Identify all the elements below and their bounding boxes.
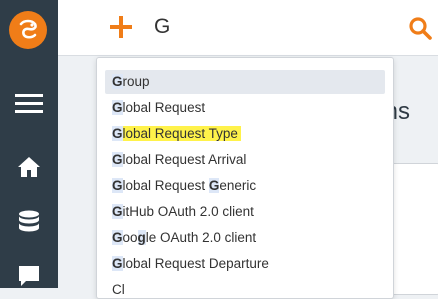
suggestion-text: roup [122, 74, 150, 89]
search-suggestions-dropdown: Group Global Request Global Request Type… [96, 57, 394, 299]
suggestion-text: lobal Request Departure [122, 256, 269, 271]
suggestion-text: lobal Request [122, 100, 206, 115]
suggestion-github-oauth[interactable]: GitHub OAuth 2.0 client [105, 200, 385, 224]
suggestion-global-request-departure[interactable]: Global Request Departure [105, 252, 385, 276]
search-button[interactable] [406, 14, 434, 42]
suggestion-match: G [112, 256, 123, 271]
add-button[interactable] [107, 13, 135, 41]
suggestion-global-request-generic[interactable]: Global Request Generic [105, 174, 385, 198]
suggestion-global-request[interactable]: Global Request [105, 96, 385, 120]
suggestion-match: G [112, 152, 123, 167]
home-icon[interactable] [15, 153, 43, 181]
top-bar [58, 0, 438, 56]
suggestion-text: lobal Request Type [122, 126, 238, 141]
database-icon[interactable] [15, 208, 43, 236]
suggestion-text: lobal Request [122, 178, 209, 193]
suggestion-group[interactable]: Group [105, 70, 385, 94]
suggestion-text-2: eneric [219, 178, 257, 193]
suggestion-text: oo [122, 230, 138, 245]
logo-icon[interactable] [9, 11, 47, 49]
suggestion-text: Cl [112, 282, 125, 297]
search-icon [409, 17, 432, 40]
suggestion-match: G [112, 230, 123, 245]
search-input[interactable] [154, 12, 394, 42]
plus-icon [110, 16, 132, 38]
suggestion-match: G [112, 100, 123, 115]
suggestion-match: G [112, 126, 123, 141]
chat-icon[interactable] [15, 262, 43, 290]
suggestion-global-request-arrival[interactable]: Global Request Arrival [105, 148, 385, 172]
suggestion-google-oauth[interactable]: Google OAuth 2.0 client [105, 226, 385, 250]
suggestion-match: G [112, 74, 123, 89]
suggestion-partial[interactable]: Cl [105, 278, 385, 298]
suggestion-text: lobal Request Arrival [122, 152, 247, 167]
suggestion-highlight: Global Request Type [112, 126, 241, 141]
suggestion-global-request-type[interactable]: Global Request Type [105, 122, 385, 146]
suggestion-match-2: G [208, 178, 220, 193]
suggestion-match-2: g [137, 230, 146, 245]
suggestion-match: G [112, 178, 123, 193]
sidebar [0, 0, 58, 288]
suggestion-text-2: le OAuth 2.0 client [145, 230, 257, 245]
suggestion-text: itHub OAuth 2.0 client [122, 204, 254, 219]
suggestion-match: G [112, 204, 123, 219]
hamburger-menu-icon[interactable] [15, 90, 43, 118]
